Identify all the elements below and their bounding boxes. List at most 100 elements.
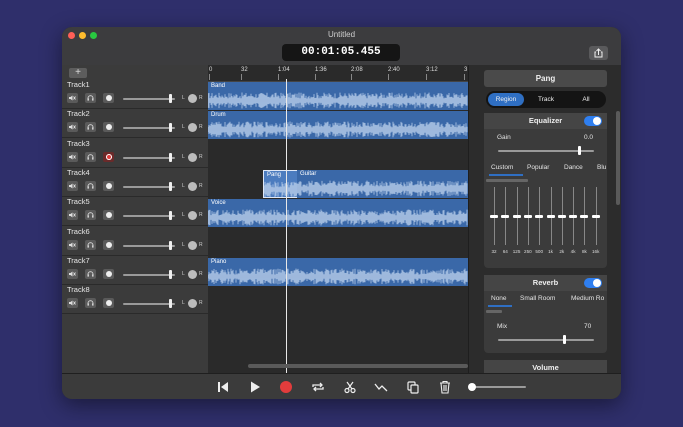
scope-region[interactable]: Region <box>488 93 524 106</box>
headphones-button[interactable] <box>85 239 96 250</box>
share-button[interactable] <box>589 46 608 60</box>
mute-button[interactable] <box>67 268 78 279</box>
eq-band-thumb[interactable] <box>501 214 510 218</box>
track-volume-slider[interactable] <box>123 156 175 159</box>
duplicate-button[interactable] <box>406 380 420 394</box>
skip-back-button[interactable] <box>216 380 230 394</box>
reverb-preset-medium-room[interactable]: Medium Ro <box>571 295 604 302</box>
scope-all[interactable]: All <box>568 93 604 106</box>
mute-button[interactable] <box>67 151 78 162</box>
audio-region[interactable]: Drum <box>208 111 468 140</box>
record-arm-button[interactable] <box>103 268 114 279</box>
audio-region[interactable]: Pang <box>263 169 299 198</box>
inspector-scrollbar[interactable] <box>616 111 620 205</box>
track-volume-thumb[interactable] <box>169 269 172 279</box>
automation-button[interactable] <box>374 380 388 394</box>
mute-button[interactable] <box>67 239 78 250</box>
reverb-preset-none[interactable]: None <box>491 295 507 302</box>
eq-preset-scrollbar[interactable] <box>486 179 528 182</box>
record-arm-button[interactable] <box>103 93 114 103</box>
mute-button[interactable] <box>67 180 78 191</box>
track-volume-slider[interactable] <box>123 244 175 247</box>
eq-band-thumb[interactable] <box>523 214 532 218</box>
eq-band-thumb[interactable] <box>546 214 555 218</box>
pan-knob[interactable] <box>188 269 197 279</box>
equalizer-toggle[interactable] <box>584 116 602 126</box>
track-volume-thumb[interactable] <box>169 94 172 103</box>
track-row[interactable]: Track7 L R <box>62 255 208 285</box>
scope-track[interactable]: Track <box>528 93 564 106</box>
mix-slider-thumb[interactable] <box>563 335 566 344</box>
headphones-button[interactable] <box>85 298 96 309</box>
track-volume-thumb[interactable] <box>169 181 172 191</box>
track-volume-thumb[interactable] <box>169 211 172 221</box>
loop-button[interactable] <box>311 380 325 394</box>
headphones-button[interactable] <box>85 210 96 221</box>
pan-knob[interactable] <box>188 181 197 191</box>
eq-preset-dance[interactable]: Dance <box>564 164 583 171</box>
pan-knob[interactable] <box>188 152 197 162</box>
pan-knob[interactable] <box>188 94 197 103</box>
pan-knob[interactable] <box>188 299 197 309</box>
eq-band-thumb[interactable] <box>591 214 600 218</box>
eq-band-thumb[interactable] <box>535 214 544 218</box>
play-button[interactable] <box>248 380 262 394</box>
mute-button[interactable] <box>67 93 78 103</box>
track-volume-slider[interactable] <box>123 98 175 100</box>
reverb-toggle[interactable] <box>584 278 602 288</box>
mute-button[interactable] <box>67 298 78 309</box>
delete-button[interactable] <box>438 380 452 394</box>
track-volume-slider[interactable] <box>123 303 175 306</box>
record-button[interactable] <box>279 380 293 394</box>
mix-slider-track[interactable] <box>498 339 594 341</box>
eq-band-thumb[interactable] <box>512 214 521 218</box>
audio-region[interactable]: Voice <box>208 199 468 228</box>
record-arm-button[interactable] <box>103 180 114 191</box>
mute-button[interactable] <box>67 210 78 221</box>
timeline[interactable]: 0 32 1:04 1:36 2:08 2:40 3:12 3 Band Drum Pang Gui… <box>208 65 468 373</box>
gain-slider-thumb[interactable] <box>578 146 581 155</box>
cut-button[interactable] <box>343 380 357 394</box>
record-arm-button[interactable] <box>103 298 114 309</box>
headphones-button[interactable] <box>85 122 96 133</box>
headphones-button[interactable] <box>85 180 96 191</box>
reverb-preset-small-room[interactable]: Small Room <box>520 295 555 302</box>
track-volume-slider[interactable] <box>123 273 175 276</box>
zoom-slider-thumb[interactable] <box>468 383 476 391</box>
record-arm-button[interactable] <box>103 239 114 250</box>
record-arm-button[interactable] <box>103 151 114 162</box>
eq-preset-popular[interactable]: Popular <box>527 164 549 171</box>
reverb-preset-scrollbar[interactable] <box>486 310 502 313</box>
track-row[interactable]: Track3 L R <box>62 138 208 168</box>
time-ruler[interactable]: 0 32 1:04 1:36 2:08 2:40 3:12 3 <box>208 65 468 82</box>
track-row[interactable]: Track2 L R <box>62 108 208 139</box>
track-volume-thumb[interactable] <box>169 152 172 162</box>
record-arm-button[interactable] <box>103 210 114 221</box>
track-volume-slider[interactable] <box>123 215 175 218</box>
pan-knob[interactable] <box>188 240 197 250</box>
mute-button[interactable] <box>67 122 78 133</box>
track-row[interactable]: Track8 L R <box>62 284 208 315</box>
audio-region[interactable]: Band <box>208 82 468 110</box>
headphones-button[interactable] <box>85 151 96 162</box>
reverb-preset-list[interactable]: None Small Room Medium Ro <box>484 295 607 305</box>
scope-segmented-control[interactable]: Region Track All <box>486 91 606 108</box>
headphones-button[interactable] <box>85 268 96 279</box>
pan-knob[interactable] <box>188 211 197 221</box>
pan-knob[interactable] <box>188 123 197 133</box>
track-volume-slider[interactable] <box>123 185 175 188</box>
track-row[interactable]: Track6 L R <box>62 226 208 256</box>
headphones-button[interactable] <box>85 93 96 103</box>
zoom-slider-track[interactable] <box>472 386 526 388</box>
track-volume-slider[interactable] <box>123 127 175 130</box>
eq-band-thumb[interactable] <box>580 214 589 218</box>
track-volume-thumb[interactable] <box>169 299 172 309</box>
eq-preset-custom[interactable]: Custom <box>491 164 513 171</box>
audio-region[interactable]: Guitar <box>297 169 468 198</box>
eq-preset-blues[interactable]: Blu <box>597 164 606 171</box>
track-volume-thumb[interactable] <box>169 123 172 133</box>
playhead[interactable] <box>286 79 287 373</box>
track-row[interactable]: Track1 L R <box>62 79 208 109</box>
record-arm-button[interactable] <box>103 122 114 133</box>
track-volume-thumb[interactable] <box>169 240 172 250</box>
